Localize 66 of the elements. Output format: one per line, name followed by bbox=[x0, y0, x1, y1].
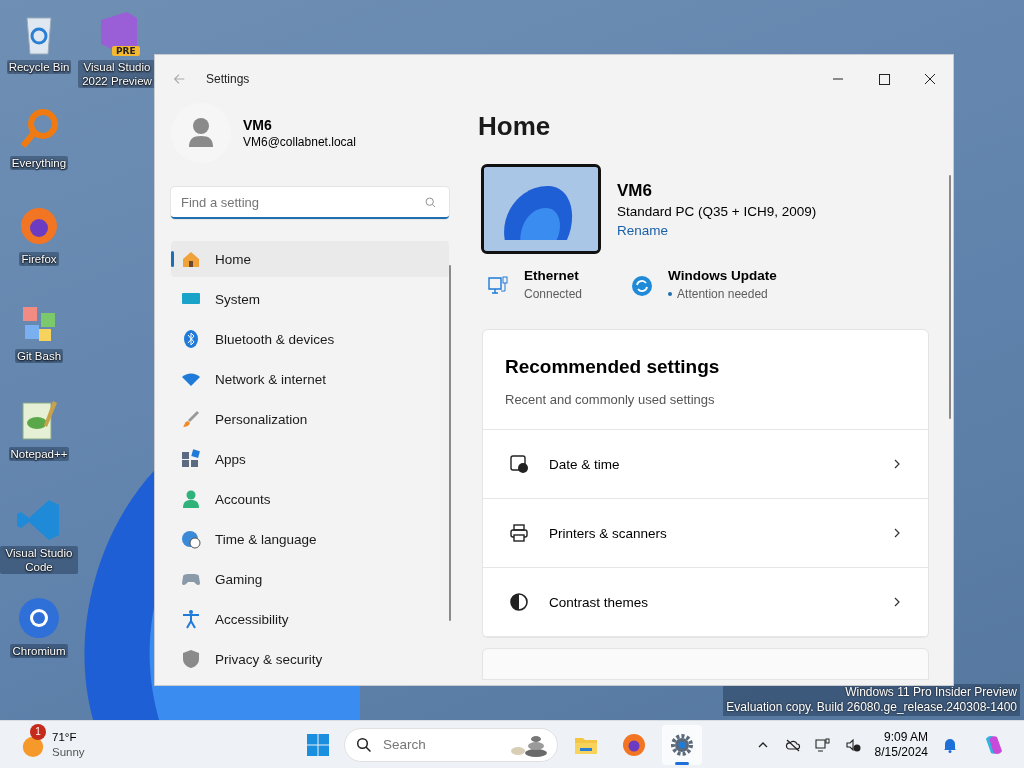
device-model: Standard PC (Q35 + ICH9, 2009) bbox=[617, 203, 817, 219]
chevron-icon bbox=[892, 597, 902, 607]
settings-app-button[interactable] bbox=[662, 724, 702, 765]
device-name: VM6 bbox=[617, 180, 653, 201]
window-title: Settings bbox=[206, 72, 250, 86]
nav-item[interactable]: Privacy & security bbox=[171, 641, 449, 677]
nav-item[interactable]: Gaming bbox=[171, 561, 449, 597]
nav-item[interactable]: Personalization bbox=[171, 401, 449, 437]
network-icon[interactable] bbox=[814, 736, 831, 753]
search-icon bbox=[424, 196, 437, 209]
watermark-text: Evaluation copy. Build 26080.ge_release.240308-1400 bbox=[726, 700, 1017, 715]
desktop-icon-label[interactable]: Visual Studio Code bbox=[0, 546, 78, 574]
desktop-icon-label[interactable]: Notepad++ bbox=[8, 447, 70, 461]
desktop-icon-label[interactable]: Git Bash bbox=[14, 349, 64, 363]
status-title[interactable]: Windows Update bbox=[668, 268, 777, 283]
setting-row[interactable]: Printers & scanners bbox=[483, 499, 928, 568]
settings-search-field[interactable]: Find a setting bbox=[171, 187, 449, 219]
accessibility-icon bbox=[181, 609, 201, 629]
nav-item[interactable]: Apps bbox=[171, 441, 449, 477]
nav-item[interactable]: Network & internet bbox=[171, 361, 449, 397]
start-button[interactable] bbox=[306, 732, 330, 757]
nav-item[interactable]: Time & language bbox=[171, 521, 449, 557]
firefox-icon bbox=[622, 732, 646, 757]
calendar-clock-icon bbox=[509, 454, 529, 474]
house-icon bbox=[181, 249, 201, 269]
back-arrow-icon[interactable] bbox=[172, 72, 186, 86]
status-title[interactable]: Ethernet bbox=[524, 268, 583, 283]
person-icon bbox=[181, 489, 201, 509]
shield-icon bbox=[181, 649, 201, 669]
weather-condition[interactable]: Sunny bbox=[52, 744, 85, 760]
setting-row[interactable]: Date & time bbox=[483, 430, 928, 499]
search-icon bbox=[356, 736, 372, 753]
gear-icon bbox=[670, 732, 694, 757]
clock[interactable]: 9:09 AM 8/15/2024 bbox=[874, 729, 928, 760]
nav-item[interactable]: Home bbox=[171, 241, 449, 277]
rename-link[interactable]: Rename bbox=[617, 222, 817, 238]
nav-item[interactable]: Accessibility bbox=[171, 601, 449, 637]
status-subtitle: Connected bbox=[524, 287, 583, 301]
nav-item[interactable]: Accounts bbox=[171, 481, 449, 517]
user-name: VM6 bbox=[243, 117, 273, 133]
nav-item[interactable]: Bluetooth & devices bbox=[171, 321, 449, 357]
watermark-text: Windows 11 Pro Insider Preview bbox=[845, 685, 1017, 700]
desktop-icon-label[interactable]: Chromium bbox=[10, 644, 68, 658]
setting-row[interactable]: Contrast themes bbox=[483, 568, 928, 637]
status-subtitle: Attention needed bbox=[668, 287, 777, 301]
card-subtitle: Recent and commonly used settings bbox=[505, 392, 716, 407]
update-icon bbox=[630, 274, 655, 298]
speaker-muted-icon[interactable] bbox=[844, 736, 861, 753]
chevron-icon bbox=[892, 459, 902, 469]
brush-icon bbox=[181, 409, 201, 429]
desktop-icon-label[interactable]: Recycle Bin bbox=[6, 60, 72, 74]
apps-icon bbox=[181, 449, 201, 469]
user-email: VM6@collabnet.local bbox=[243, 135, 356, 149]
bell-icon[interactable] bbox=[942, 736, 958, 753]
nav-item[interactable]: System bbox=[171, 281, 449, 317]
page-heading: Home bbox=[478, 111, 552, 142]
chevron-icon bbox=[892, 528, 902, 538]
preview-badge: PRE bbox=[112, 46, 140, 56]
taskbar-search-field[interactable]: Search bbox=[344, 727, 558, 762]
temperature[interactable]: 71°F bbox=[52, 729, 85, 745]
desktop-icon-label[interactable]: Firefox bbox=[19, 252, 59, 266]
notification-badge: 1 bbox=[30, 723, 46, 740]
printer-icon bbox=[509, 523, 529, 543]
bluetooth-icon bbox=[181, 329, 201, 349]
contrast-icon bbox=[509, 592, 529, 612]
card-title: Recommended settings bbox=[505, 356, 721, 378]
